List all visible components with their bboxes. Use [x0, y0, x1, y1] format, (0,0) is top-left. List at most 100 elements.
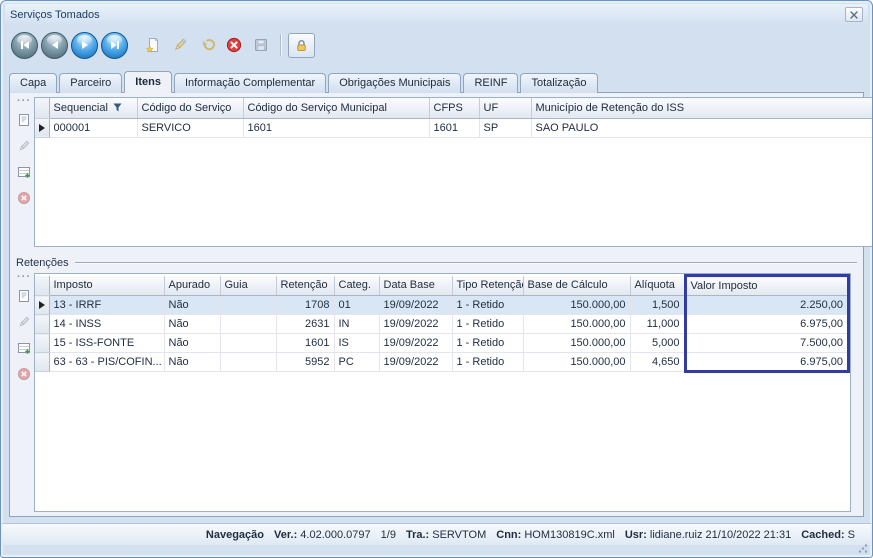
column-header-guia[interactable]: Guia [220, 276, 276, 296]
row-indicator[interactable] [35, 315, 49, 334]
row-indicator[interactable] [35, 118, 49, 137]
cell[interactable]: Não [164, 315, 220, 334]
column-header-data-base[interactable]: Data Base [379, 276, 452, 296]
cell[interactable]: 6.975,00 [685, 315, 849, 334]
cell[interactable] [220, 296, 276, 315]
cell[interactable]: 1601 [276, 334, 334, 353]
delete-button[interactable] [15, 365, 33, 383]
column-header-cfps[interactable]: CFPS [429, 98, 479, 118]
cell[interactable]: Não [164, 296, 220, 315]
cell[interactable]: Não [164, 334, 220, 353]
cell[interactable]: 01 [334, 296, 379, 315]
column-header-base-de-calculo[interactable]: Base de Cálculo [523, 276, 630, 296]
cell[interactable]: 150.000,00 [523, 334, 630, 353]
cell[interactable]: 63 - 63 - PIS/COFIN... [49, 353, 164, 372]
column-header-sequencial[interactable]: Sequencial [49, 98, 137, 118]
tab-totalizacao[interactable]: Totalização [520, 73, 597, 93]
save-button[interactable] [248, 33, 273, 58]
column-header-categ[interactable]: Categ. [334, 276, 379, 296]
table-row[interactable]: 13 - IRRFNão 17080119/09/20221 - Retido15… [35, 296, 849, 315]
previous-record-button[interactable] [41, 32, 68, 59]
table-row[interactable]: 14 - INSSNão 2631IN19/09/20221 - Retido15… [35, 315, 849, 334]
tab-parceiro[interactable]: Parceiro [59, 73, 122, 93]
cell[interactable]: 1 - Retido [452, 296, 523, 315]
cell[interactable]: IS [334, 334, 379, 353]
titlebar[interactable]: Serviços Tomados [5, 4, 868, 25]
cell[interactable]: 1601 [243, 118, 429, 137]
tab-capa[interactable]: Capa [9, 73, 57, 93]
close-button[interactable] [845, 7, 863, 22]
last-record-button[interactable] [101, 32, 128, 59]
cell[interactable]: SERVICO [137, 118, 243, 137]
new-record-button[interactable] [140, 33, 165, 58]
cell[interactable]: 1 - Retido [452, 315, 523, 334]
tab-itens[interactable]: Itens [124, 71, 172, 93]
preview-button[interactable] [15, 111, 33, 129]
side-toolbar-handle[interactable]: ··· [17, 273, 31, 283]
insert-row-button[interactable] [15, 339, 33, 357]
column-header-uf[interactable]: UF [479, 98, 531, 118]
edit-button[interactable] [15, 313, 33, 331]
edit-record-button[interactable] [167, 33, 192, 58]
column-header-codigo-do-servico[interactable]: Código do Serviço [137, 98, 243, 118]
cell[interactable]: 6.975,00 [685, 353, 849, 372]
row-indicator[interactable] [35, 353, 49, 372]
cell[interactable]: SAO PAULO [531, 118, 873, 137]
cell[interactable] [220, 353, 276, 372]
tab-obrigacoes-municipais[interactable]: Obrigações Municipais [328, 73, 461, 93]
insert-row-button[interactable] [15, 163, 33, 181]
cell[interactable]: 5,000 [630, 334, 685, 353]
cell[interactable]: 19/09/2022 [379, 334, 452, 353]
cell[interactable]: 2631 [276, 315, 334, 334]
cell[interactable]: 19/09/2022 [379, 315, 452, 334]
cell[interactable]: 150.000,00 [523, 353, 630, 372]
column-header-tipo-retencao[interactable]: Tipo Retenção [452, 276, 523, 296]
cell[interactable]: 5952 [276, 353, 334, 372]
cell[interactable]: 19/09/2022 [379, 353, 452, 372]
table-row[interactable]: 63 - 63 - PIS/COFIN...Não 5952PC19/09/202… [35, 353, 849, 372]
column-header-imposto[interactable]: Imposto [49, 276, 164, 296]
cell[interactable]: Não [164, 353, 220, 372]
cell[interactable]: 150.000,00 [523, 296, 630, 315]
cell[interactable]: 2.250,00 [685, 296, 849, 315]
column-header-municipio-de-retencao-do-iss[interactable]: Município de Retenção do ISS [531, 98, 873, 118]
edit-button[interactable] [15, 137, 33, 155]
cell[interactable]: 19/09/2022 [379, 296, 452, 315]
cell[interactable]: 000001 [49, 118, 137, 137]
column-header-aliquota[interactable]: Alíquota [630, 276, 685, 296]
undo-button[interactable] [194, 33, 219, 58]
cell[interactable]: 1708 [276, 296, 334, 315]
table-row[interactable]: 15 - ISS-FONTENão 1601IS19/09/20221 - Ret… [35, 334, 849, 353]
column-header-retencao[interactable]: Retenção [276, 276, 334, 296]
cell[interactable]: IN [334, 315, 379, 334]
cell[interactable] [220, 334, 276, 353]
cell[interactable]: 1601 [429, 118, 479, 137]
lock-button[interactable] [288, 33, 315, 58]
column-header-codigo-do-servico-municipal[interactable]: Código do Serviço Municipal [243, 98, 429, 118]
side-toolbar-handle[interactable]: ··· [17, 97, 31, 107]
next-record-button[interactable] [71, 32, 98, 59]
cell[interactable]: 1 - Retido [452, 334, 523, 353]
delete-record-button[interactable] [221, 33, 246, 58]
cell[interactable] [220, 315, 276, 334]
cell[interactable]: 13 - IRRF [49, 296, 164, 315]
row-indicator[interactable] [35, 296, 49, 315]
cell[interactable]: 15 - ISS-FONTE [49, 334, 164, 353]
tab-informacao-complementar[interactable]: Informação Complementar [174, 73, 326, 93]
row-indicator[interactable] [35, 334, 49, 353]
cell[interactable]: 150.000,00 [523, 315, 630, 334]
cell[interactable]: SP [479, 118, 531, 137]
cell[interactable]: 4,650 [630, 353, 685, 372]
cell[interactable]: 1,500 [630, 296, 685, 315]
resize-grip-icon[interactable] [857, 543, 868, 554]
preview-button[interactable] [15, 287, 33, 305]
first-record-button[interactable] [11, 32, 38, 59]
cell[interactable]: PC [334, 353, 379, 372]
cell[interactable]: 7.500,00 [685, 334, 849, 353]
column-header-valor-imposto[interactable]: Valor Imposto [685, 276, 849, 296]
cell[interactable]: 14 - INSS [49, 315, 164, 334]
filter-icon[interactable] [113, 103, 122, 112]
table-row[interactable]: 000001SERVICO16011601SPSAO PAULO [35, 118, 873, 137]
cell[interactable]: 1 - Retido [452, 353, 523, 372]
column-header-apurado[interactable]: Apurado [164, 276, 220, 296]
